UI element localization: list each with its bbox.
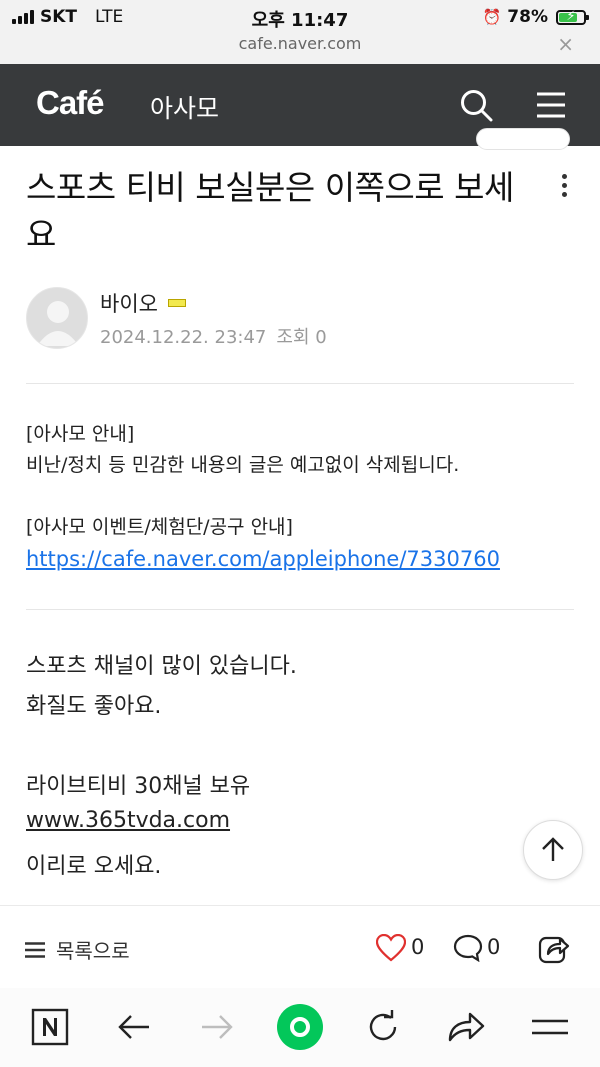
list-icon[interactable] — [25, 942, 45, 958]
comment-icon[interactable] — [453, 934, 483, 962]
charging-bolt-icon: ⚡ — [566, 8, 576, 24]
status-right: ⏰ 78% ⚡ — [482, 6, 589, 28]
cafe-logo[interactable]: Café — [36, 84, 105, 122]
author-name-row: 바이오 — [100, 288, 186, 318]
alarm-icon: ⏰ — [482, 8, 502, 26]
member-grade-icon — [167, 299, 186, 307]
author-name[interactable]: 바이오 — [100, 288, 158, 318]
scroll-top-button[interactable] — [523, 820, 583, 880]
body-text: 이리로 오세요. — [26, 854, 162, 879]
post-meta: 2024.12.22. 23:47 조회 0 — [100, 323, 327, 349]
search-icon[interactable] — [459, 88, 493, 122]
like-count: 0 — [411, 935, 425, 959]
default-profile-icon — [37, 301, 79, 346]
cafe-name[interactable]: 아사모 — [150, 89, 219, 125]
comment-count: 0 — [487, 935, 501, 959]
floating-tab[interactable] — [476, 128, 570, 150]
close-icon[interactable]: × — [557, 32, 574, 56]
view-count: 조회 0 — [276, 327, 327, 348]
menu-icon[interactable] — [531, 1008, 569, 1046]
notice-line: 비난/정치 등 민감한 내용의 글은 예고없이 삭제됩니다. — [26, 454, 460, 476]
avatar[interactable] — [26, 287, 88, 349]
share-icon[interactable] — [446, 1008, 486, 1046]
notice-line: [아사모 이벤트/체험단/공구 안내] — [26, 516, 293, 538]
share-icon[interactable] — [538, 932, 570, 964]
naver-icon[interactable] — [31, 1008, 69, 1046]
body-text: 라이브티비 30채널 보유 — [26, 774, 251, 799]
arrow-up-icon — [542, 837, 564, 861]
heart-icon[interactable] — [376, 934, 406, 962]
notice-link[interactable]: https://cafe.naver.com/appleiphone/73307… — [26, 547, 500, 571]
divider — [26, 383, 574, 384]
battery-icon: ⚡ — [556, 8, 589, 25]
status-bar: SKT LTE 오후 11:47 ⏰ 78% ⚡ cafe.naver.com … — [0, 0, 600, 64]
post-action-bar: 목록으로 0 0 — [0, 905, 600, 989]
post-date: 2024.12.22. 23:47 — [100, 327, 267, 348]
more-options-icon[interactable] — [552, 170, 576, 204]
body-text: 화질도 좋아요. — [26, 694, 162, 719]
refresh-icon[interactable] — [364, 1008, 402, 1046]
back-to-list-button[interactable]: 목록으로 — [56, 935, 130, 964]
forward-icon[interactable] — [200, 1008, 234, 1046]
body-link[interactable]: www.365tvda.com — [26, 808, 230, 833]
battery-percent: 78% — [507, 7, 548, 27]
menu-icon[interactable] — [535, 91, 567, 119]
divider — [26, 609, 574, 610]
browser-toolbar — [0, 988, 600, 1067]
back-icon[interactable] — [117, 1008, 151, 1046]
body-text: 스포츠 채널이 많이 있습니다. — [26, 654, 297, 679]
notice-line: [아사모 안내] — [26, 423, 135, 445]
post-title: 스포츠 티비 보실분은 이쪽으로 보세요 — [26, 168, 514, 254]
url-text[interactable]: cafe.naver.com — [0, 34, 600, 53]
green-dot-icon[interactable] — [276, 1003, 324, 1051]
